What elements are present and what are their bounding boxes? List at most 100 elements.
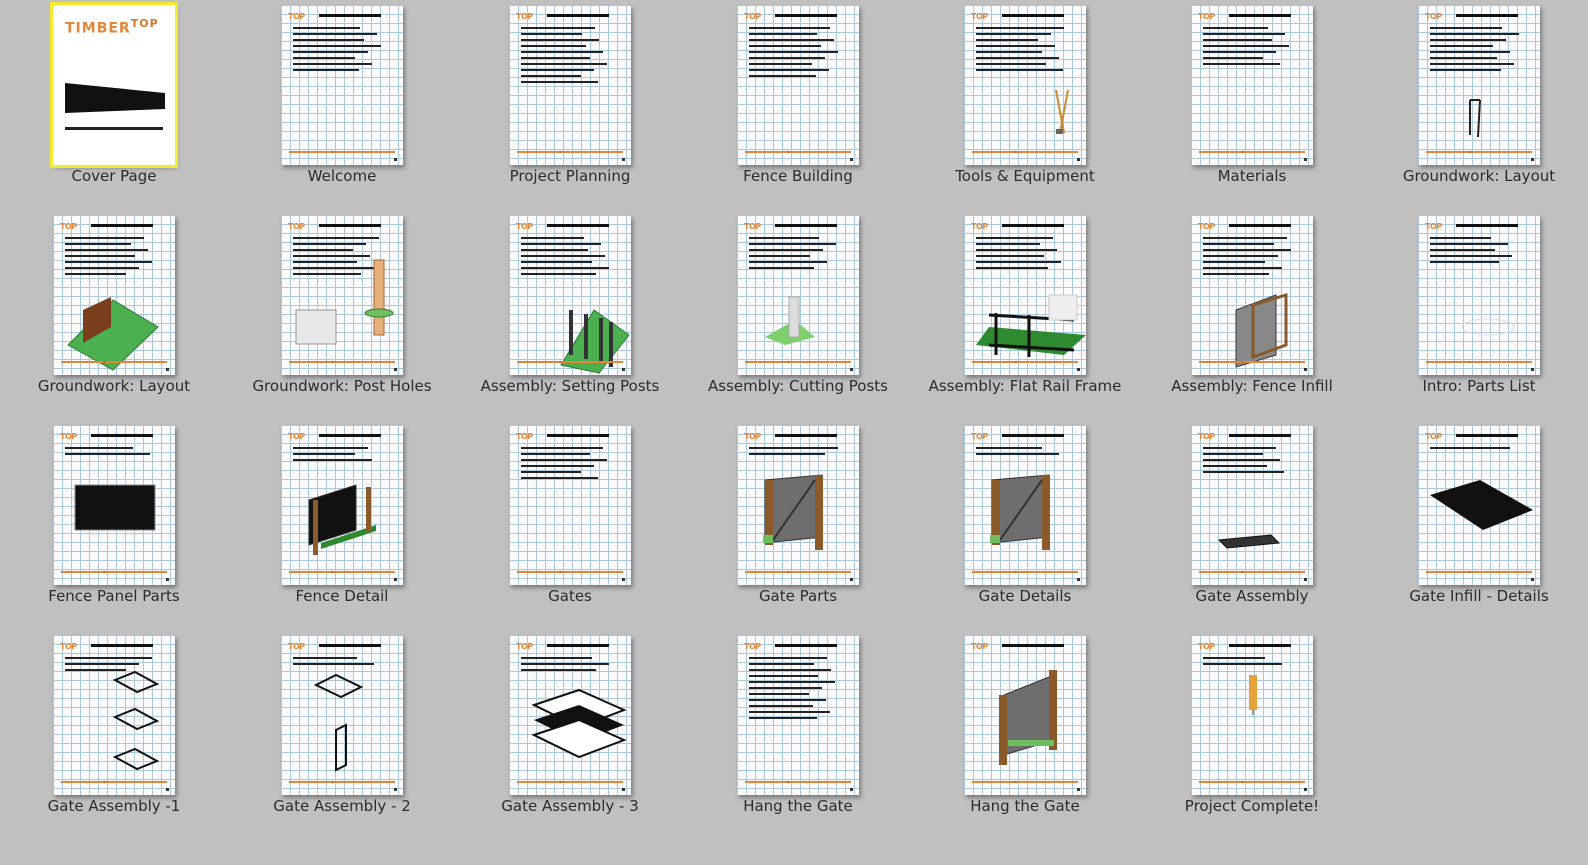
page-preview: TOP [1191,5,1313,165]
page-thumbnail[interactable]: TOP Assembly: Setting Posts [456,210,684,420]
page-thumbnail[interactable]: TOP Gate Assembly - 2 [228,630,456,840]
page-label: Materials [1217,167,1287,185]
page-footer-rule [1426,361,1532,363]
page-label: Groundwork: Layout [1402,167,1556,185]
hang-illustration [999,670,1057,765]
page-preview: TOP [737,425,859,585]
page-thumbnail[interactable]: TOP Groundwork: Post Holes [228,210,456,420]
page-thumbnail[interactable]: TOP Welcome [228,0,456,210]
page-footer-rule [61,571,167,573]
page-thumbnail[interactable]: TOP Gate Infill - Details [1365,420,1588,630]
page-number-mark [1304,578,1307,581]
page-preview: TOP [737,5,859,165]
page-thumbnail[interactable]: TOP Groundwork: Layout [0,210,228,420]
text-line [293,57,355,59]
text-line [749,681,835,683]
page-thumbnail[interactable]: TIMBERTOP Cover Page [0,0,228,210]
page-footer-rule [289,361,395,363]
page-number-mark [394,578,397,581]
page-preview: TOP [737,215,859,375]
text-line [521,75,581,77]
page-thumbnail[interactable]: TOP Fence Building [684,0,912,210]
page-footer-rule [972,781,1078,783]
page-preview: TOP [964,635,1086,795]
text-line [521,453,590,455]
page-footer-rule [1199,361,1305,363]
page-footer-rule [517,361,623,363]
text-line [749,675,818,677]
page-thumbnail[interactable]: TOP Gates [456,420,684,630]
text-line [293,69,359,71]
text-line [749,687,822,689]
page-number-mark [850,368,853,371]
page-number-mark [1304,788,1307,791]
setting-posts-illustration [560,309,630,374]
text-line [749,39,834,41]
page-label: Tools & Equipment [955,167,1095,185]
page-footer-rule [289,781,395,783]
page-number-mark [166,578,169,581]
mini-logo: TOP [744,642,761,651]
ground-layout-illustration [67,297,159,371]
page-thumbnail[interactable]: TOP Assembly: Fence Infill [1138,210,1366,420]
page-number-mark [1077,368,1080,371]
page-label: Fence Panel Parts [48,587,180,605]
text-line [1203,63,1280,65]
page-number-mark [1077,788,1080,791]
page-label: Fence Building [743,167,853,185]
text-line [521,477,598,479]
page-thumbnail[interactable]: TOP Gate Assembly -1 [0,630,228,840]
page-label: Cover Page [71,167,157,185]
page-thumbnail[interactable]: TOP Tools & Equipment [911,0,1139,210]
text-line [1203,57,1263,59]
text-line [521,45,586,47]
page-thumbnail[interactable]: TOP Gate Details [911,420,1139,630]
page-preview: TOP [964,425,1086,585]
page-number-mark [1077,578,1080,581]
text-line [749,699,826,701]
text-line [749,717,817,719]
page-label: Groundwork: Post Holes [252,377,432,395]
text-line [749,663,814,665]
text-line [749,57,825,59]
page-label: Fence Detail [295,587,389,605]
page-thumbnail[interactable]: TOP Hang the Gate [684,630,912,840]
text-line [749,33,817,35]
text-line [521,459,607,461]
text-line [293,33,377,35]
page-thumbnail[interactable]: TOP Assembly: Flat Rail Frame [911,210,1139,420]
page-thumbnail[interactable]: TOP Gate Assembly - 3 [456,630,684,840]
page-preview: TOP [1191,215,1313,375]
text-line [521,465,594,467]
page-thumbnail[interactable]: TOP Hang the Gate [911,630,1139,840]
page-thumbnail[interactable]: TOP Gate Parts [684,420,912,630]
text-line [521,27,595,29]
page-label: Hang the Gate [743,797,853,815]
text-line [1203,33,1285,35]
page-label: Gate Parts [758,587,838,605]
page-thumbnail[interactable]: TOP Intro: Parts List [1365,210,1588,420]
page-thumbnail[interactable]: TOP Materials [1138,0,1366,210]
mini-logo: TOP [288,12,305,21]
page-footer-rule [745,571,851,573]
page-footer-rule [1199,151,1305,153]
page-preview: TOP [1418,5,1540,165]
page-thumbnail[interactable]: TOP Fence Panel Parts [0,420,228,630]
page-thumbnail[interactable]: TOP Project Complete! [1138,630,1366,840]
page-thumbnail[interactable]: TOP Fence Detail [228,420,456,630]
page-label: Hang the Gate [970,797,1080,815]
page-thumbnail[interactable]: TOP Assembly: Cutting Posts [684,210,912,420]
text-line [749,75,816,77]
page-thumbnail[interactable]: TOP Project Planning [456,0,684,210]
page-thumbnail[interactable]: TOP Gate Assembly [1138,420,1366,630]
page-thumbnail[interactable]: TOP Groundwork: Layout [1365,0,1588,210]
page-footer-rule [972,151,1078,153]
page-label: Project Complete! [1184,797,1320,815]
infill-detail-illustration [1430,480,1533,530]
parts-illustration [1461,318,1515,336]
text-line [293,51,368,53]
page-number-mark [166,788,169,791]
text-line [749,27,830,29]
page-preview: TOP [509,425,631,585]
text-line [521,57,590,59]
